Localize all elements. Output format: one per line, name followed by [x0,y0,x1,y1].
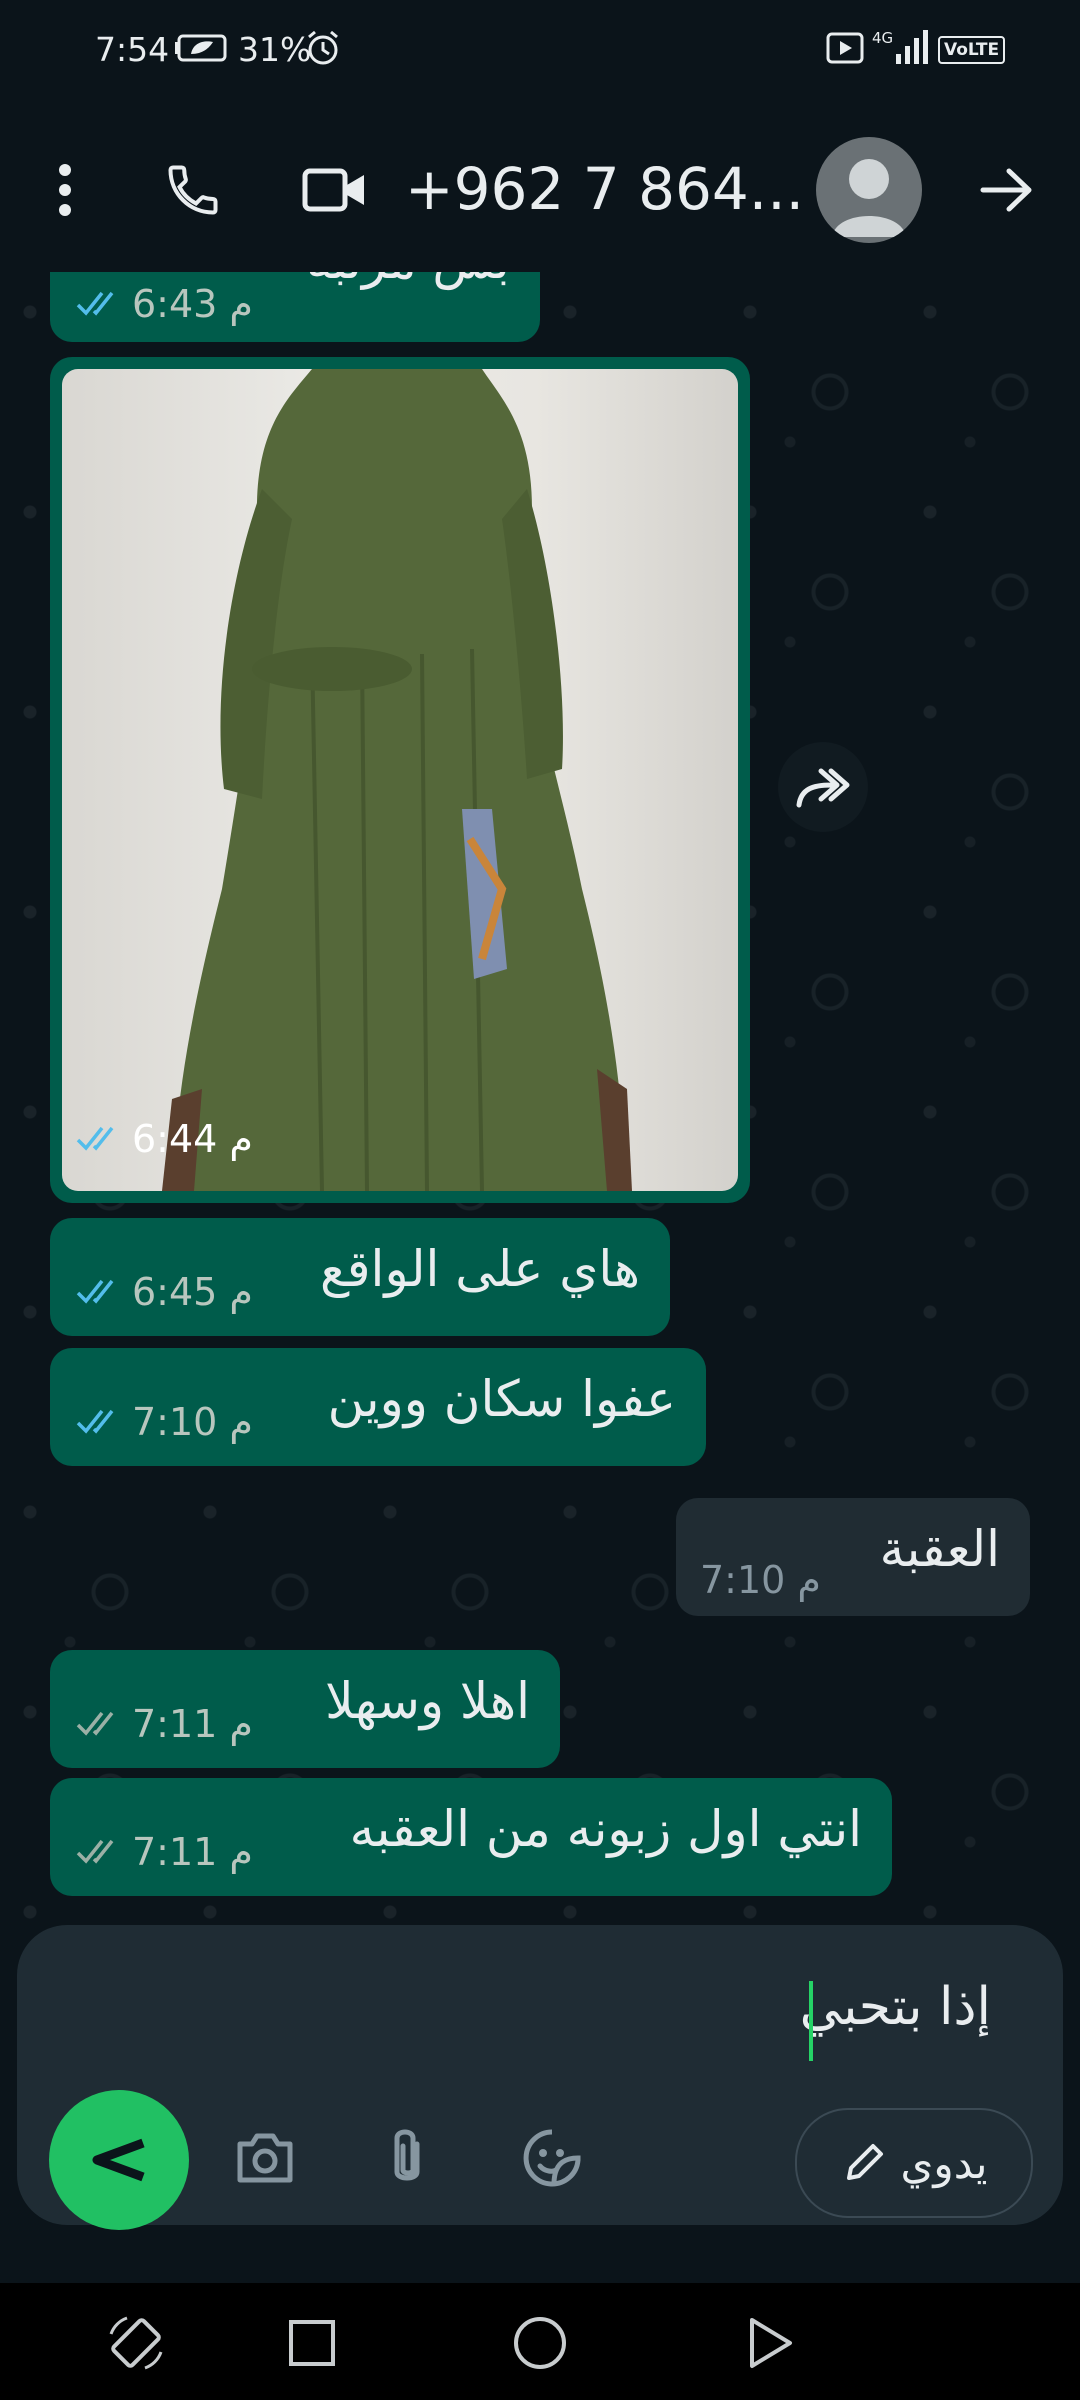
home-button[interactable] [500,2303,580,2383]
battery-level: 31% [238,30,312,69]
read-receipt-icon [76,1409,114,1434]
chat-area[interactable]: بس مرتبه 6:43 م 6:44 م [0,272,1080,1922]
camera-icon [237,2133,293,2183]
message-bubble[interactable]: هاي على الواقع 6:45 م [50,1218,670,1336]
send-arrow-icon [92,2138,145,2182]
rotate-screen-icon [109,2316,163,2370]
message-bubble[interactable]: عفوا سكان ووين 7:10 م [50,1348,706,1466]
system-nav-bar [0,2283,1080,2400]
image-message[interactable]: 6:44 م [50,357,750,1203]
battery-saver-icon [175,34,227,62]
media-icon [826,32,864,64]
manual-mode-button[interactable]: يدوي [795,2108,1033,2218]
message-text: هاي على الواقع [320,1240,640,1298]
avatar-icon [832,159,906,237]
voice-call-icon [168,165,218,215]
message-text: انتي اول زبونه من العقبه [349,1800,862,1858]
delivered-receipt-icon [76,1711,114,1736]
message-meta: 7:10 م [700,1558,821,1602]
dress-image [162,369,632,1191]
incoming-message-bubble[interactable]: العقبة 7:10 م [676,1498,1030,1616]
message-meta: 7:11 م [76,1830,253,1874]
message-meta: 7:10 م [76,1400,253,1444]
text-caret [809,1981,813,2061]
back-button[interactable] [962,145,1052,235]
camera-button[interactable] [225,2118,305,2198]
read-receipt-icon [76,291,114,316]
message-bubble[interactable]: انتي اول زبونه من العقبه 7:11 م [50,1778,892,1896]
sticker-icon [523,2129,581,2187]
message-bubble[interactable]: بس مرتبه 6:43 م [50,272,540,342]
read-receipt-icon [76,1126,114,1151]
message-meta: 6:44 م [76,1117,253,1161]
signal-icon [896,30,928,64]
message-text: بس مرتبه [306,272,510,290]
sticker-button[interactable] [512,2118,592,2198]
volte-badge: VoLTE [938,36,1006,64]
video-call-icon [302,168,364,212]
message-bubble[interactable]: اهلا وسهلا 7:11 م [50,1650,560,1768]
delivered-receipt-icon [76,1839,114,1864]
message-text: عفوا سكان ووين [327,1370,676,1428]
alarm-icon [308,30,338,65]
forward-button[interactable] [778,742,868,832]
back-triangle-icon [750,2318,792,2368]
message-text: العقبة [879,1520,1000,1578]
forward-icon [796,768,850,808]
message-composer: إذا بتحبي يدوي [17,1925,1063,2230]
rotate-button[interactable] [96,2303,176,2383]
message-meta: 6:45 م [76,1270,253,1314]
message-meta: 7:11 م [76,1702,253,1746]
message-input[interactable]: إذا بتحبي [800,1977,991,2037]
attachment-icon [394,2129,420,2181]
home-icon [514,2317,566,2369]
avatar[interactable] [816,137,922,243]
network-type: 4G [872,29,894,47]
back-arrow-icon [980,168,1032,212]
more-options-button[interactable] [20,145,110,235]
back-nav-button[interactable] [730,2303,810,2383]
chat-header: +962 7 864... [0,105,1080,273]
message-text: اهلا وسهلا [325,1672,530,1730]
read-receipt-icon [76,1279,114,1304]
video-call-button[interactable] [290,145,380,235]
message-meta: 6:43 م [76,282,253,326]
contact-name[interactable]: +962 7 864... [405,155,804,223]
recents-button[interactable] [272,2303,352,2383]
manual-mode-label: يدوي [900,2138,988,2188]
voice-call-button[interactable] [148,145,238,235]
pencil-icon [846,2144,883,2180]
more-options-icon [59,164,71,216]
attach-button[interactable] [367,2118,447,2198]
status-bar: 7:54 31% 4G VoLTE [0,0,1080,105]
send-button[interactable] [49,2090,189,2230]
recents-icon [289,2320,335,2366]
status-time: 7:54 [95,30,170,69]
dress-photo[interactable] [62,369,738,1191]
